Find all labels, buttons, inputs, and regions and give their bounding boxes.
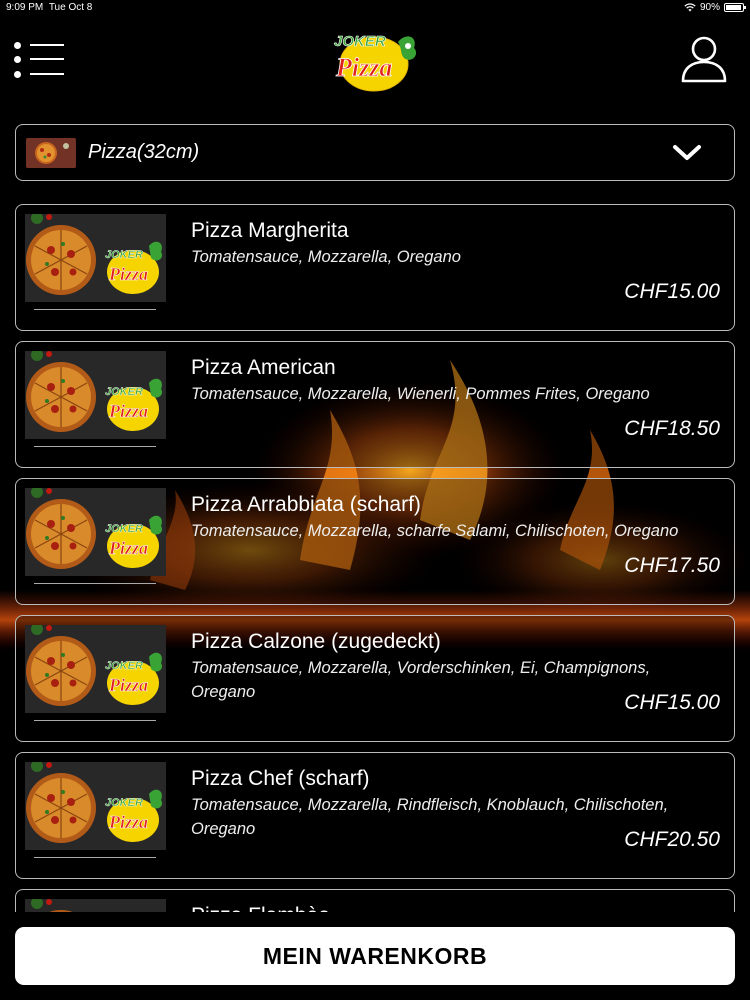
status-bar: 9:09 PM Tue Oct 8 90% <box>0 0 750 16</box>
svg-text:Pizza: Pizza <box>108 401 148 421</box>
menu-button[interactable] <box>14 40 66 80</box>
product-title: Pizza Chef (scharf) <box>191 767 370 790</box>
svg-text:JOKER: JOKER <box>105 523 143 535</box>
category-thumbnail <box>26 137 76 168</box>
svg-text:Pizza: Pizza <box>108 264 148 284</box>
svg-text:JOKER: JOKER <box>105 660 143 672</box>
product-image: JOKER Pizza <box>25 351 166 439</box>
app-header: JOKER Pizza <box>0 24 750 104</box>
product-description: Tomatensauce, Mozzarella, scharfe Salami… <box>191 522 679 540</box>
svg-text:JOKER: JOKER <box>334 33 386 50</box>
image-divider <box>34 857 156 858</box>
image-divider <box>34 446 156 447</box>
product-card[interactable]: JOKER Pizza Pizza Calzone (zugedeckt) To… <box>15 615 735 742</box>
product-title: Pizza Margherita <box>191 219 349 242</box>
product-card[interactable]: JOKER Pizza Pizza Arrabbiata (scharf) To… <box>15 478 735 605</box>
product-price: CHF15.00 <box>624 280 720 303</box>
battery-percent: 90% <box>699 2 720 13</box>
product-card[interactable]: JOKER Pizza Pizza American Tomatensauce,… <box>15 341 735 468</box>
category-select[interactable]: Pizza(32cm) <box>15 124 735 181</box>
product-image: JOKER Pizza <box>25 214 166 302</box>
product-image: JOKER Pizza <box>25 488 166 576</box>
product-title: Pizza Arrabbiata (scharf) <box>191 493 421 516</box>
svg-text:Pizza: Pizza <box>108 812 148 832</box>
image-divider <box>34 309 156 310</box>
status-time: 9:09 PM Tue Oct 8 <box>6 2 93 13</box>
chevron-down-icon[interactable] <box>672 139 702 167</box>
product-description: Tomatensauce, Mozzarella, Oregano <box>191 248 461 266</box>
image-divider <box>34 720 156 721</box>
product-title: Pizza American <box>191 356 336 379</box>
product-image: JOKER Pizza <box>25 625 166 713</box>
svg-text:Pizza: Pizza <box>108 538 148 558</box>
joker-pizza-logo[interactable]: JOKER Pizza <box>328 24 422 92</box>
product-price: CHF18.50 <box>624 417 720 440</box>
status-right: 90% <box>684 2 746 13</box>
product-image: JOKER Pizza <box>25 899 166 912</box>
product-list: JOKER Pizza Pizza Margherita Tomatensauc… <box>15 204 735 912</box>
product-card[interactable]: JOKER Pizza Pizza Chef (scharf) Tomatens… <box>15 752 735 879</box>
svg-text:JOKER: JOKER <box>105 386 143 398</box>
wifi-icon <box>684 3 696 12</box>
product-description: Tomatensauce, Mozzarella, Wienerli, Pomm… <box>191 385 650 403</box>
product-price: CHF15.00 <box>624 691 720 714</box>
category-label: Pizza(32cm) <box>88 141 200 163</box>
product-price: CHF20.50 <box>624 828 720 851</box>
product-title: Pizza Flambèe <box>191 904 330 912</box>
product-card[interactable]: JOKER Pizza Pizza Flambèe <box>15 889 735 912</box>
svg-text:Pizza: Pizza <box>108 675 148 695</box>
product-card[interactable]: JOKER Pizza Pizza Margherita Tomatensauc… <box>15 204 735 331</box>
svg-text:Pizza: Pizza <box>335 53 392 82</box>
user-icon[interactable] <box>680 34 728 84</box>
product-title: Pizza Calzone (zugedeckt) <box>191 630 441 653</box>
cart-button[interactable]: MEIN WARENKORB <box>15 927 735 985</box>
product-image: JOKER Pizza <box>25 762 166 850</box>
battery-icon <box>724 3 746 12</box>
svg-text:JOKER: JOKER <box>105 249 143 261</box>
image-divider <box>34 583 156 584</box>
product-price: CHF17.50 <box>624 554 720 577</box>
svg-text:JOKER: JOKER <box>105 797 143 809</box>
